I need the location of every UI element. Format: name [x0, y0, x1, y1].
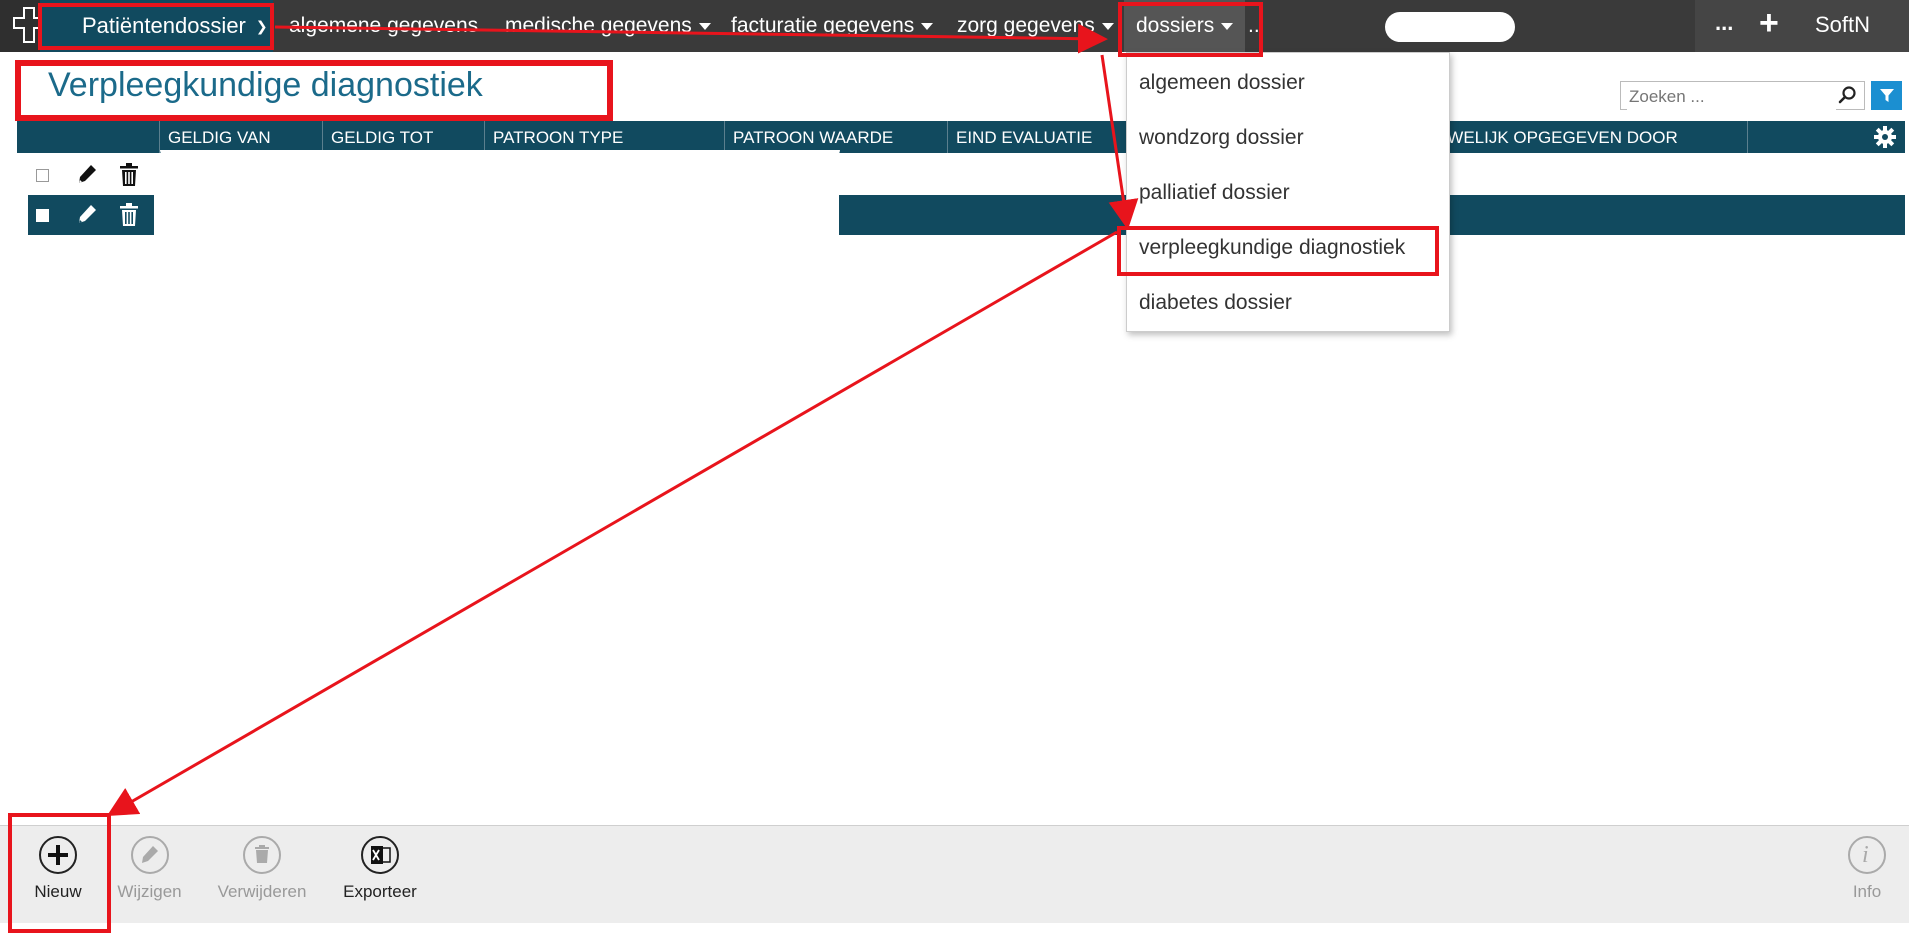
export-button[interactable]: Exporteer [338, 836, 422, 902]
nav-label: medische gegevens [505, 14, 692, 37]
menu-item-diabetes-dossier[interactable]: diabetes dossier [1139, 291, 1292, 315]
export-label: Exporteer [343, 882, 417, 901]
add-button[interactable]: + [1759, 4, 1779, 43]
caret-down-icon [921, 22, 934, 30]
column-header-geldig-tot[interactable]: GELDIG TOT [323, 121, 485, 153]
header-divider [160, 150, 840, 156]
chevron-down-icon: ❯ [255, 17, 268, 34]
more-menu-button[interactable]: ... [1715, 10, 1733, 36]
info-icon: i [1848, 836, 1886, 874]
top-right-actions: ... + SoftN [1695, 0, 1909, 52]
nav-label: facturatie gegevens [731, 14, 915, 37]
bottom-toolbar: Nieuw Wijzigen Verwijderen Exporteer i I… [0, 825, 1909, 923]
plus-circle-icon [39, 836, 77, 874]
nav-overflow[interactable]: .. [1248, 0, 1260, 52]
column-header-blank [17, 121, 160, 153]
dossiers-dropdown-menu: algemeen dossier wondzorg dossier pallia… [1126, 52, 1450, 332]
new-button[interactable]: Nieuw [28, 836, 88, 902]
table-row-selected[interactable] [28, 195, 154, 235]
filter-icon [1880, 89, 1894, 102]
new-label: Nieuw [34, 882, 82, 901]
page-title: Verpleegkundige diagnostiek [48, 66, 483, 104]
nav-label: algemene gegevens [289, 14, 479, 37]
global-search-input[interactable] [1385, 12, 1515, 42]
info-label: Info [1852, 882, 1882, 901]
caret-down-icon [698, 22, 711, 30]
caret-down-icon [1221, 22, 1234, 30]
edit-button[interactable]: Wijzigen [112, 836, 187, 902]
nav-label: zorg gegevens [957, 14, 1095, 37]
nav-facturatie-gegevens[interactable]: facturatie gegevens [731, 0, 934, 52]
delete-label: Verwijderen [217, 882, 307, 901]
grid-header: GELDIG VAN GELDIG TOT PATROON TYPE PATRO… [17, 121, 1905, 153]
app-menu-label: Patiëntendossier [82, 13, 246, 38]
caret-down-icon [1101, 22, 1114, 30]
row-checkbox[interactable] [36, 169, 49, 182]
nav-algemene-gegevens[interactable]: algemene gegevens [289, 0, 478, 52]
search-field[interactable] [1620, 81, 1865, 110]
menu-item-verpleegkundige-diagnostiek[interactable]: verpleegkundige diagnostiek [1139, 236, 1405, 260]
nav-zorg-gegevens[interactable]: zorg gegevens [957, 0, 1114, 52]
pencil-circle-icon [130, 836, 169, 874]
column-header-geldig-van[interactable]: GELDIG VAN [160, 121, 323, 153]
menu-item-wondzorg-dossier[interactable]: wondzorg dossier [1139, 126, 1304, 150]
column-header-eind-evaluatie[interactable]: EIND EVALUATIE [948, 121, 1148, 153]
search-input[interactable] [1627, 83, 1836, 110]
menu-item-algemeen-dossier[interactable]: algemeen dossier [1139, 71, 1305, 95]
trash-circle-icon [243, 836, 281, 874]
column-header-opgegeven-door[interactable]: UWELIJK OPGEGEVEN DOOR [1435, 121, 1748, 153]
search-icon[interactable] [1838, 85, 1858, 105]
nav-dossiers[interactable]: dossiers [1124, 0, 1246, 52]
nav-label: dossiers [1136, 14, 1215, 37]
table-row[interactable] [28, 155, 154, 195]
row-checkbox[interactable] [36, 209, 49, 222]
app-menu-button[interactable]: Patiëntendossier ❯ [40, 0, 273, 52]
excel-export-icon [361, 836, 399, 874]
edit-label: Wijzigen [117, 882, 182, 901]
logo[interactable] [0, 0, 45, 52]
filter-button[interactable] [1871, 81, 1902, 110]
pencil-icon[interactable] [76, 203, 98, 227]
column-header-patroon-type[interactable]: PATROON TYPE [485, 121, 725, 153]
trash-icon[interactable] [120, 203, 138, 227]
delete-button[interactable]: Verwijderen [214, 836, 310, 902]
info-button[interactable]: i Info [1842, 836, 1892, 902]
user-menu[interactable]: SoftN [1815, 12, 1870, 38]
column-header-patroon-waarde[interactable]: PATROON WAARDE [725, 121, 948, 153]
nav-label: .. [1248, 14, 1260, 37]
menu-item-palliatief-dossier[interactable]: palliatief dossier [1139, 181, 1290, 205]
nav-medische-gegevens[interactable]: medische gegevens [505, 0, 711, 52]
pencil-icon[interactable] [76, 163, 98, 187]
gear-icon[interactable] [1873, 125, 1897, 149]
top-navigation-bar: Patiëntendossier ❯ algemene gegevens med… [0, 0, 1909, 52]
trash-icon[interactable] [120, 163, 138, 187]
